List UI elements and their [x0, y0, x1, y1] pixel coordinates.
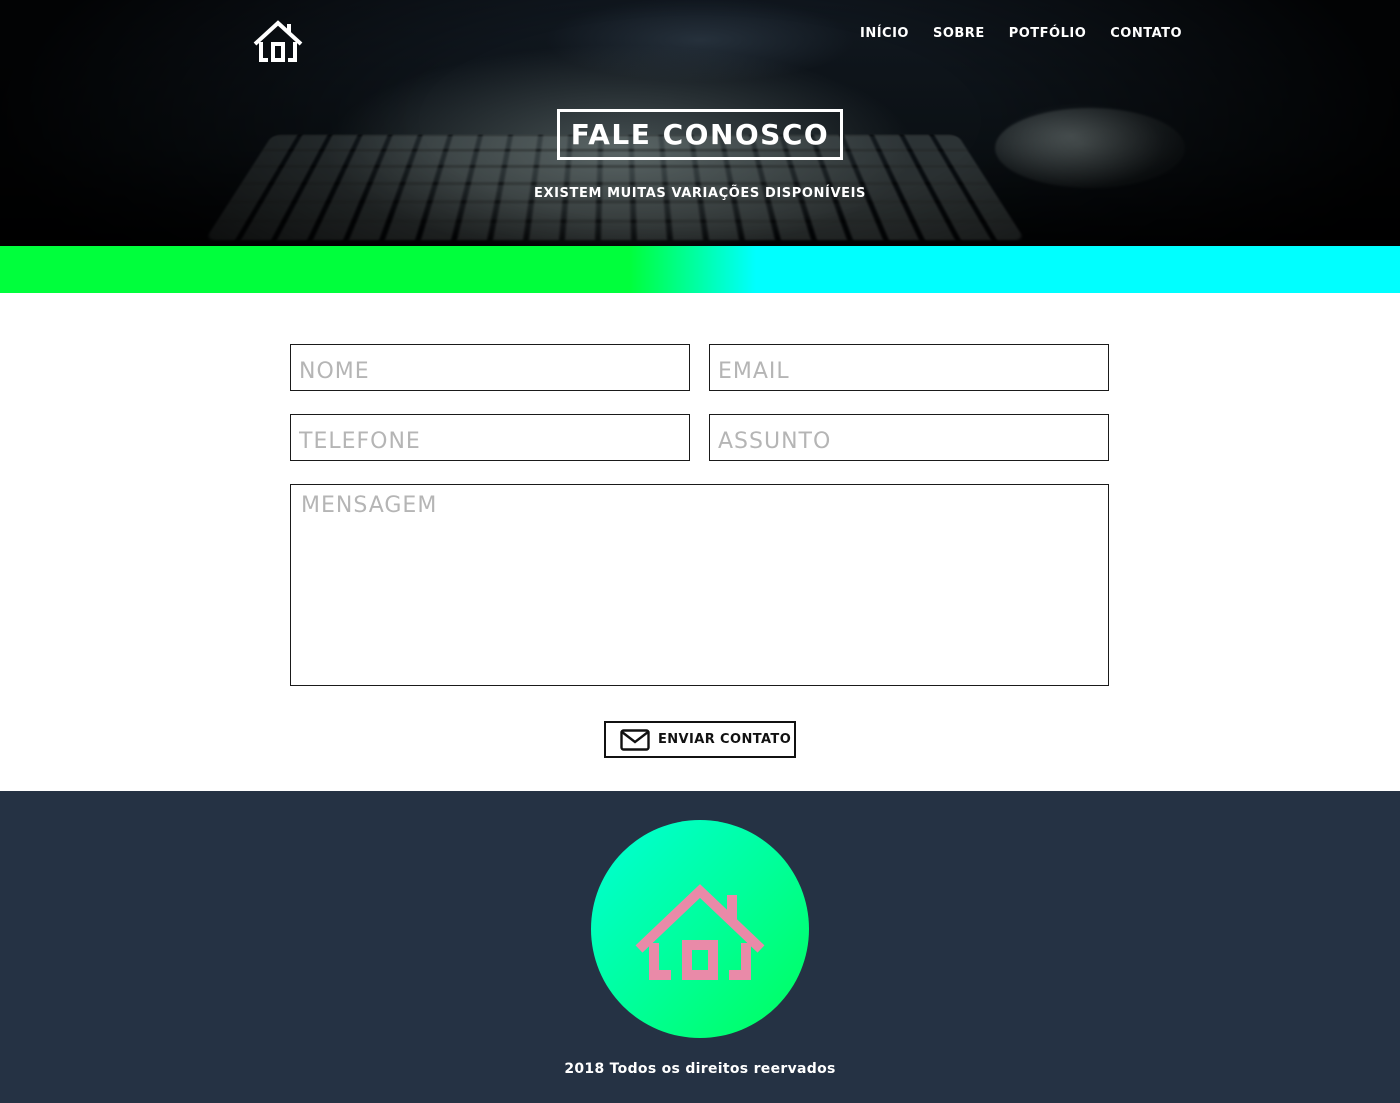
nav-contato[interactable]: CONTATO — [1110, 24, 1182, 43]
page-title: FALE CONOSCO — [557, 109, 843, 160]
mensagem-textarea[interactable] — [290, 484, 1109, 686]
hero-banner: INÍCIO SOBRE POTFÓLIO CONTATO FALE CONOS… — [0, 0, 1400, 246]
house-icon — [253, 20, 303, 62]
house-icon — [635, 884, 765, 980]
assunto-input[interactable] — [709, 414, 1109, 461]
gradient-divider — [0, 246, 1400, 293]
footer-logo — [591, 820, 809, 1038]
enviar-contato-label: ENVIAR CONTATO — [658, 732, 792, 747]
logo-home-link[interactable] — [252, 18, 304, 64]
nome-input[interactable] — [290, 344, 690, 391]
email-input[interactable] — [709, 344, 1109, 391]
enviar-contato-button[interactable]: ENVIAR CONTATO — [604, 721, 796, 758]
page-subtitle: EXISTEM MUITAS VARIAÇÕES DISPONÍVEIS — [534, 186, 866, 201]
telefone-input[interactable] — [290, 414, 690, 461]
copyright-text: 2018 Todos os direitos reervados — [564, 1061, 836, 1077]
footer: 2018 Todos os direitos reervados — [0, 791, 1400, 1103]
envelope-icon — [620, 728, 650, 751]
nav-portfolio[interactable]: POTFÓLIO — [1009, 24, 1087, 43]
nav-sobre[interactable]: SOBRE — [933, 24, 985, 43]
main-nav: INÍCIO SOBRE POTFÓLIO CONTATO — [860, 24, 1182, 43]
nav-inicio[interactable]: INÍCIO — [860, 24, 909, 43]
